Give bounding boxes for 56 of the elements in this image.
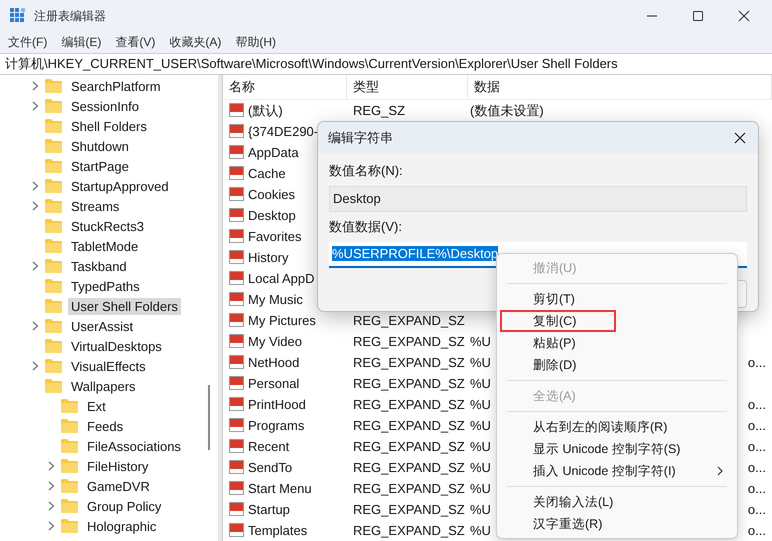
table-cell: REG_EXPAND_SZ: [353, 313, 465, 328]
table-cell: My Music: [248, 292, 303, 307]
table-cell: Startup: [248, 502, 290, 517]
table-cell: Cache: [248, 166, 286, 181]
table-cell: REG_EXPAND_SZ: [353, 397, 465, 412]
table-cell: o...: [748, 418, 766, 433]
table-cell: %U: [470, 376, 491, 391]
table-cell: REG_EXPAND_SZ: [353, 355, 465, 370]
table-cell: REG_EXPAND_SZ: [353, 460, 465, 475]
table-cell: (数值未设置): [470, 102, 544, 120]
table-cell: Personal: [248, 376, 300, 391]
table-cell: %U: [470, 439, 491, 454]
table-cell: My Pictures: [248, 313, 316, 328]
table-cell: (默认): [248, 102, 283, 120]
table-cell: Programs: [248, 418, 304, 433]
field-label: 数值名称(N):: [329, 162, 404, 180]
table-cell: REG_EXPAND_SZ: [353, 334, 465, 349]
table-cell: %U: [470, 460, 491, 475]
window-title: 注册表编辑器: [34, 8, 106, 24]
table-cell: REG_EXPAND_SZ: [353, 376, 465, 391]
dialog-title: 编辑字符串: [328, 129, 393, 147]
table-cell: {374DE290-: [248, 124, 318, 139]
table-cell: Start Menu: [248, 481, 312, 496]
table-cell: o...: [748, 481, 766, 496]
table-cell: REG_SZ: [353, 103, 406, 118]
table-cell: NetHood: [248, 355, 300, 370]
table-cell: Cookies: [248, 187, 295, 202]
table-cell: o...: [748, 502, 766, 517]
table-cell: %U: [470, 502, 491, 517]
table-cell: SendTo: [248, 460, 292, 475]
field-label: 数值数据(V):: [329, 218, 403, 236]
table-cell: My Video: [248, 334, 302, 349]
table-cell: PrintHood: [248, 397, 306, 412]
table-cell: %U: [470, 418, 491, 433]
table-cell: o...: [748, 460, 766, 475]
table-cell: REG_EXPAND_SZ: [353, 502, 465, 517]
table-cell: Templates: [248, 523, 308, 538]
table-cell: Desktop: [248, 208, 296, 223]
table-cell: o...: [748, 523, 766, 538]
table-cell: o...: [748, 397, 766, 412]
table-cell: REG_EXPAND_SZ: [353, 481, 465, 496]
table-cell: Favorites: [248, 229, 302, 244]
table-cell: o...: [748, 355, 766, 370]
table-cell: REG_EXPAND_SZ: [353, 523, 465, 538]
table-cell: REG_EXPAND_SZ: [353, 439, 465, 454]
table-cell: REG_EXPAND_SZ: [353, 418, 465, 433]
table-cell: History: [248, 250, 288, 265]
table-cell: Local AppD: [248, 271, 314, 286]
table-cell: %U: [470, 355, 491, 370]
table-cell: %U: [470, 334, 491, 349]
table-cell: AppData: [248, 145, 299, 160]
table-cell: o...: [748, 439, 766, 454]
table-cell: %U: [470, 523, 491, 538]
table-cell: %U: [470, 481, 491, 496]
table-cell: Recent: [248, 439, 290, 454]
table-cell: %U: [470, 397, 491, 412]
